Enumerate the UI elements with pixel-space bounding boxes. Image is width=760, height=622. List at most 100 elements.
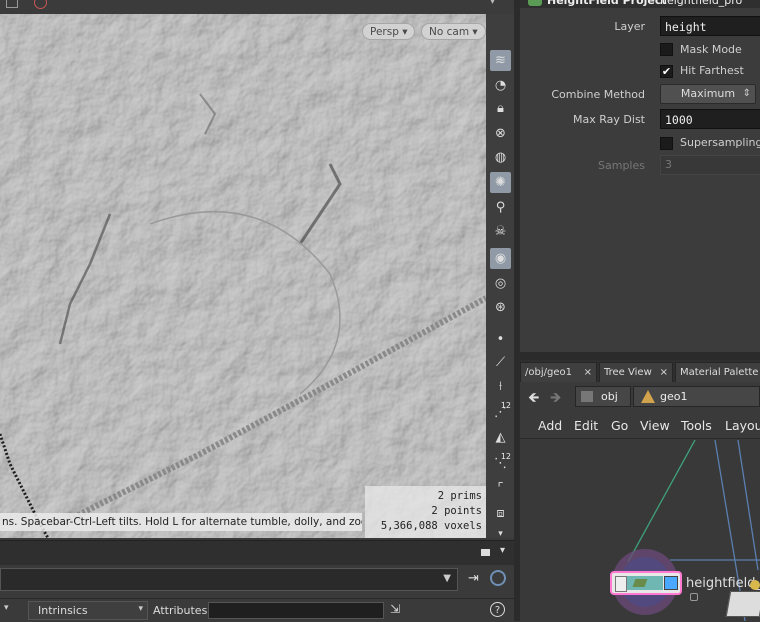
mask-mode-checkbox[interactable] [660, 43, 673, 56]
chevron-down-icon: ▾ [398, 26, 408, 38]
breadcrumb-obj[interactable]: obj [575, 386, 631, 407]
hit-farthest-label: Hit Farthest [680, 64, 744, 77]
chevron-down-icon: ▾ [138, 604, 143, 614]
points-count: 2 points [431, 505, 482, 517]
menu-edit[interactable]: Edit [574, 418, 598, 433]
chevron-down-icon[interactable]: ▾ [500, 545, 505, 556]
apply-icon[interactable]: ⇲ [390, 602, 400, 616]
back-arrow-icon[interactable]: 🡸 [528, 387, 539, 411]
supersampling-label: Supersampling [680, 136, 760, 149]
heightfield-terrain [0, 14, 486, 538]
normal-icon[interactable]: ⟊ [490, 376, 511, 397]
tab-material-palette[interactable]: Material Palette [675, 362, 760, 382]
max-ray-dist-field[interactable]: 1000 [660, 109, 760, 129]
count-icon[interactable]: ⋰ 12 [490, 401, 511, 423]
camera-view-icon[interactable] [481, 549, 490, 556]
persp-menu[interactable]: Persp ▾ [362, 23, 416, 40]
tab-tree-view[interactable]: Tree View × [599, 362, 673, 382]
mask-mode-label: Mask Mode [680, 43, 742, 56]
home-icon[interactable] [6, 0, 18, 8]
chevron-down-icon: ▼ [443, 573, 451, 584]
chevron-down-icon: ▾ [469, 26, 478, 38]
camera-menu[interactable]: No cam ▾ [421, 23, 486, 40]
sticky-node-icon[interactable] [725, 591, 760, 617]
bypass-flag-icon[interactable] [615, 576, 627, 592]
tab-obj-geo1[interactable]: /obj/geo1 × [520, 362, 597, 382]
combine-method-label: Combine Method [551, 88, 645, 101]
supersampling-checkbox[interactable] [660, 137, 673, 150]
layer-field[interactable]: height [660, 16, 760, 36]
top-strip: ▾ [0, 0, 516, 14]
network-tabs: /obj/geo1 × Tree View × Material Palette [520, 360, 760, 382]
samples-label: Samples [598, 159, 645, 172]
node-label: heightfield_ [686, 576, 760, 591]
attributes-field[interactable] [208, 602, 384, 619]
visibility-icon[interactable]: ◎ [490, 273, 511, 294]
partial-node-icon[interactable] [750, 580, 760, 590]
network-menu-bar: Add Edit Go View Tools Layout [520, 414, 760, 439]
close-icon[interactable]: × [584, 363, 592, 383]
pin-icon[interactable]: ⇥ [468, 571, 479, 586]
chevron-down-icon[interactable]: ▾ [4, 603, 9, 613]
menu-tools[interactable]: Tools [681, 418, 712, 433]
bulb-icon[interactable]: ◉ [490, 248, 511, 269]
network-view[interactable]: heightfield_ [520, 440, 760, 621]
menu-add[interactable]: Add [538, 418, 562, 433]
headlight-icon[interactable]: ⚲ [490, 197, 511, 218]
camera-label: No cam [429, 26, 470, 38]
tab-label: Tree View [604, 367, 652, 378]
horizontal-divider[interactable] [520, 352, 760, 360]
tab-label: /obj/geo1 [525, 367, 572, 378]
attributes-label: Attributes: [153, 604, 212, 617]
parameter-pane: HeightField Project heightfield_pro Laye… [520, 0, 760, 352]
snapshot-icon[interactable]: ⊛ [490, 297, 511, 318]
spreadsheet-bar: ▾ Intrinsics ▾ Attributes: ⇲ ? [0, 598, 516, 622]
count2-icon[interactable]: ⋱ 12 [490, 452, 511, 474]
display-flag-icon[interactable] [664, 576, 678, 590]
xray-icon[interactable]: ⊗ [490, 123, 511, 144]
light-icon[interactable]: ✺ [490, 172, 511, 193]
scene-viewport[interactable]: Persp ▾ No cam ▾ ns. Spacebar-Ctrl-Left … [0, 14, 486, 538]
point-icon[interactable]: • [490, 329, 511, 350]
menu-view[interactable]: View [640, 418, 670, 433]
transform-icon[interactable]: ⧈ [490, 503, 511, 524]
voxels-count: 5,366,088 voxels [380, 520, 482, 532]
combine-method-select[interactable]: Maximum ⇕ [660, 84, 756, 104]
breadcrumb-geo1[interactable]: geo1 [633, 386, 760, 407]
badge-12b: 12 [500, 452, 511, 461]
target-icon[interactable] [490, 570, 506, 586]
display-options-icon[interactable]: ≋ [490, 50, 511, 71]
ghost-icon[interactable]: ◔ [490, 75, 511, 96]
menu-layout[interactable]: Layout [725, 418, 760, 433]
scene-icon[interactable]: ◭ [490, 427, 511, 448]
node-name-field[interactable]: heightfield_pro [660, 0, 742, 7]
intrinsics-dropdown[interactable]: Intrinsics ▾ [28, 601, 148, 620]
more-icon[interactable]: ▾ [490, 0, 495, 7]
breadcrumb-obj-label: obj [601, 390, 618, 403]
node-type-label: HeightField Project [547, 0, 667, 7]
hit-farthest-checkbox[interactable]: ✔ [660, 65, 673, 78]
geo-icon [641, 390, 655, 403]
tab-label: Material Palette [680, 367, 759, 378]
viewport-toolbar: ≋ ◔ 🔒︎ ⊗ ◍ ✺ ⚲ ☠ ◉ ◎ ⊛ • ⟋ ⟊ ⋰ 12 ◭ ⋱ 12 ⌜… [486, 14, 514, 539]
skull-icon[interactable]: ☠ [490, 221, 511, 242]
path-bar: 🡸 🡺 obj geo1 [520, 384, 760, 410]
forward-arrow-icon[interactable]: 🡺 [550, 387, 561, 411]
stop-icon[interactable] [34, 0, 47, 9]
breadcrumb-geo1-label: geo1 [660, 390, 688, 403]
menu-go[interactable]: Go [611, 418, 628, 433]
corner-icon[interactable]: ⌜ [490, 478, 511, 499]
lock-icon [690, 593, 698, 601]
help-button[interactable]: ? [490, 602, 505, 617]
close-icon[interactable]: × [660, 363, 668, 383]
vector-icon[interactable]: ⟋ [490, 352, 511, 373]
selection-dropdown[interactable]: ▼ [0, 568, 458, 591]
combine-method-value: Maximum [680, 87, 736, 100]
lock-icon[interactable]: 🔒︎ [490, 98, 511, 119]
persp-label: Persp [370, 26, 399, 38]
badge-12: 12 [500, 401, 511, 410]
shading-icon[interactable]: ◍ [490, 147, 511, 168]
layer-label: Layer [614, 20, 645, 33]
prims-count: 2 prims [437, 490, 482, 502]
heightfield-node[interactable] [610, 571, 682, 595]
